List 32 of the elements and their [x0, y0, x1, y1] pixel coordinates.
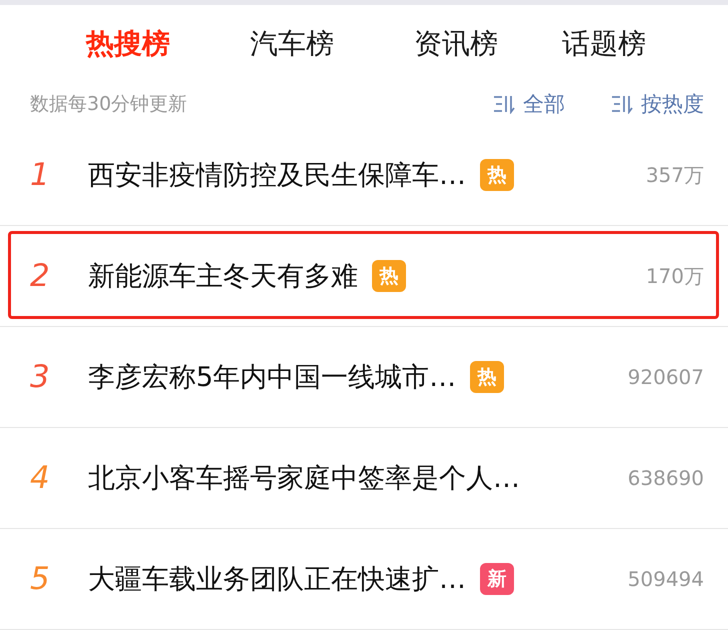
- sort-icon: [493, 94, 515, 114]
- filter-button[interactable]: 全部: [493, 90, 565, 118]
- sort-icon: [611, 94, 633, 114]
- list-row[interactable]: 1 西安非疫情防控及民生保障车… 热 357万: [0, 125, 728, 225]
- heat-count: 170万: [646, 262, 704, 290]
- tab[interactable]: 资讯榜: [414, 25, 498, 63]
- tab[interactable]: 汽车榜: [250, 25, 334, 63]
- rank-number: 3: [30, 359, 51, 395]
- list-row[interactable]: 5 大疆车载业务团队正在快速扩… 新 509494: [0, 529, 728, 629]
- hot-badge: 热: [480, 159, 514, 191]
- topic-title[interactable]: 新能源车主冬天有多难: [88, 258, 358, 294]
- filter-button[interactable]: 按热度: [611, 90, 704, 118]
- heat-count: 357万: [646, 162, 704, 188]
- heat-count: 920607: [628, 365, 704, 389]
- hot-badge: 热: [470, 361, 504, 393]
- rank-number: 2: [30, 258, 51, 294]
- topic-title[interactable]: 北京小客车摇号家庭中签率是个人…: [88, 460, 520, 496]
- list-row[interactable]: 4 北京小客车摇号家庭中签率是个人… 638690: [0, 428, 728, 528]
- rank-number: 5: [30, 561, 51, 597]
- heat-count: 638690: [628, 466, 704, 490]
- list-row[interactable]: 3 李彦宏称5年内中国一线城市… 热 920607: [0, 327, 728, 427]
- topic-title[interactable]: 大疆车载业务团队正在快速扩…: [88, 561, 466, 597]
- hot-badge: 热: [372, 260, 406, 292]
- rank-number: 4: [30, 460, 51, 496]
- new-badge: 新: [480, 563, 514, 595]
- update-note: 数据每30分钟更新: [30, 92, 188, 117]
- topic-title[interactable]: 西安非疫情防控及民生保障车…: [88, 157, 466, 193]
- topic-title[interactable]: 李彦宏称5年内中国一线城市…: [88, 359, 456, 395]
- tab[interactable]: 话题榜: [562, 25, 646, 63]
- heat-count: 509494: [628, 567, 704, 591]
- tab[interactable]: 热搜榜: [86, 25, 170, 63]
- rank-number: 1: [30, 157, 51, 193]
